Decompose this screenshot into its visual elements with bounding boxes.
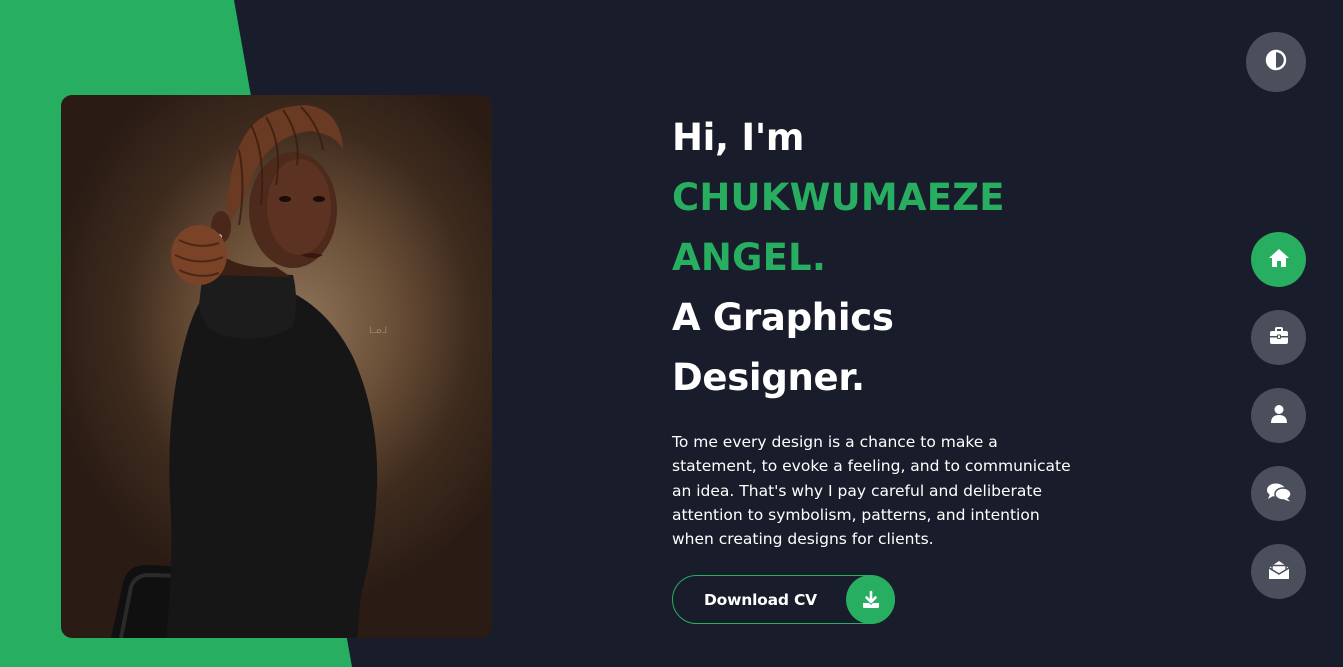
user-icon bbox=[1270, 404, 1288, 428]
name-second-line: ANGEL. bbox=[672, 236, 827, 279]
briefcase-icon bbox=[1269, 326, 1289, 349]
chat-icon bbox=[1266, 482, 1292, 506]
download-icon bbox=[846, 575, 895, 624]
home-icon bbox=[1268, 248, 1290, 272]
hero-heading: Hi, I'm CHUKWUMAEZE ANGEL. A Graphics De… bbox=[672, 108, 1092, 408]
envelope-open-icon bbox=[1268, 560, 1290, 584]
profile-photo: ᒪᓄᒧ bbox=[61, 95, 492, 638]
contrast-icon bbox=[1265, 49, 1287, 75]
download-cv-button[interactable]: Download CV bbox=[672, 575, 895, 624]
svg-text:ᒪᓄᒧ: ᒪᓄᒧ bbox=[369, 326, 387, 336]
nav-home-button[interactable] bbox=[1251, 232, 1306, 287]
nav-contact-button[interactable] bbox=[1251, 544, 1306, 599]
download-cv-label: Download CV bbox=[704, 590, 817, 609]
role-first-line: A Graphics bbox=[672, 296, 894, 339]
nav-portfolio-button[interactable] bbox=[1251, 310, 1306, 365]
role-second-line: Designer. bbox=[672, 356, 865, 399]
greeting: Hi, I'm bbox=[672, 116, 805, 159]
intro-paragraph: To me every design is a chance to make a… bbox=[672, 433, 1071, 549]
name-first-line: CHUKWUMAEZE bbox=[672, 176, 1005, 219]
home-section: ᒪᓄᒧ Hi, I'm CHUKWUMAEZE ANGEL. A Graphic… bbox=[0, 0, 1343, 667]
nav-about-button[interactable] bbox=[1251, 388, 1306, 443]
theme-toggle-button[interactable] bbox=[1246, 32, 1306, 92]
nav-testimonials-button[interactable] bbox=[1251, 466, 1306, 521]
